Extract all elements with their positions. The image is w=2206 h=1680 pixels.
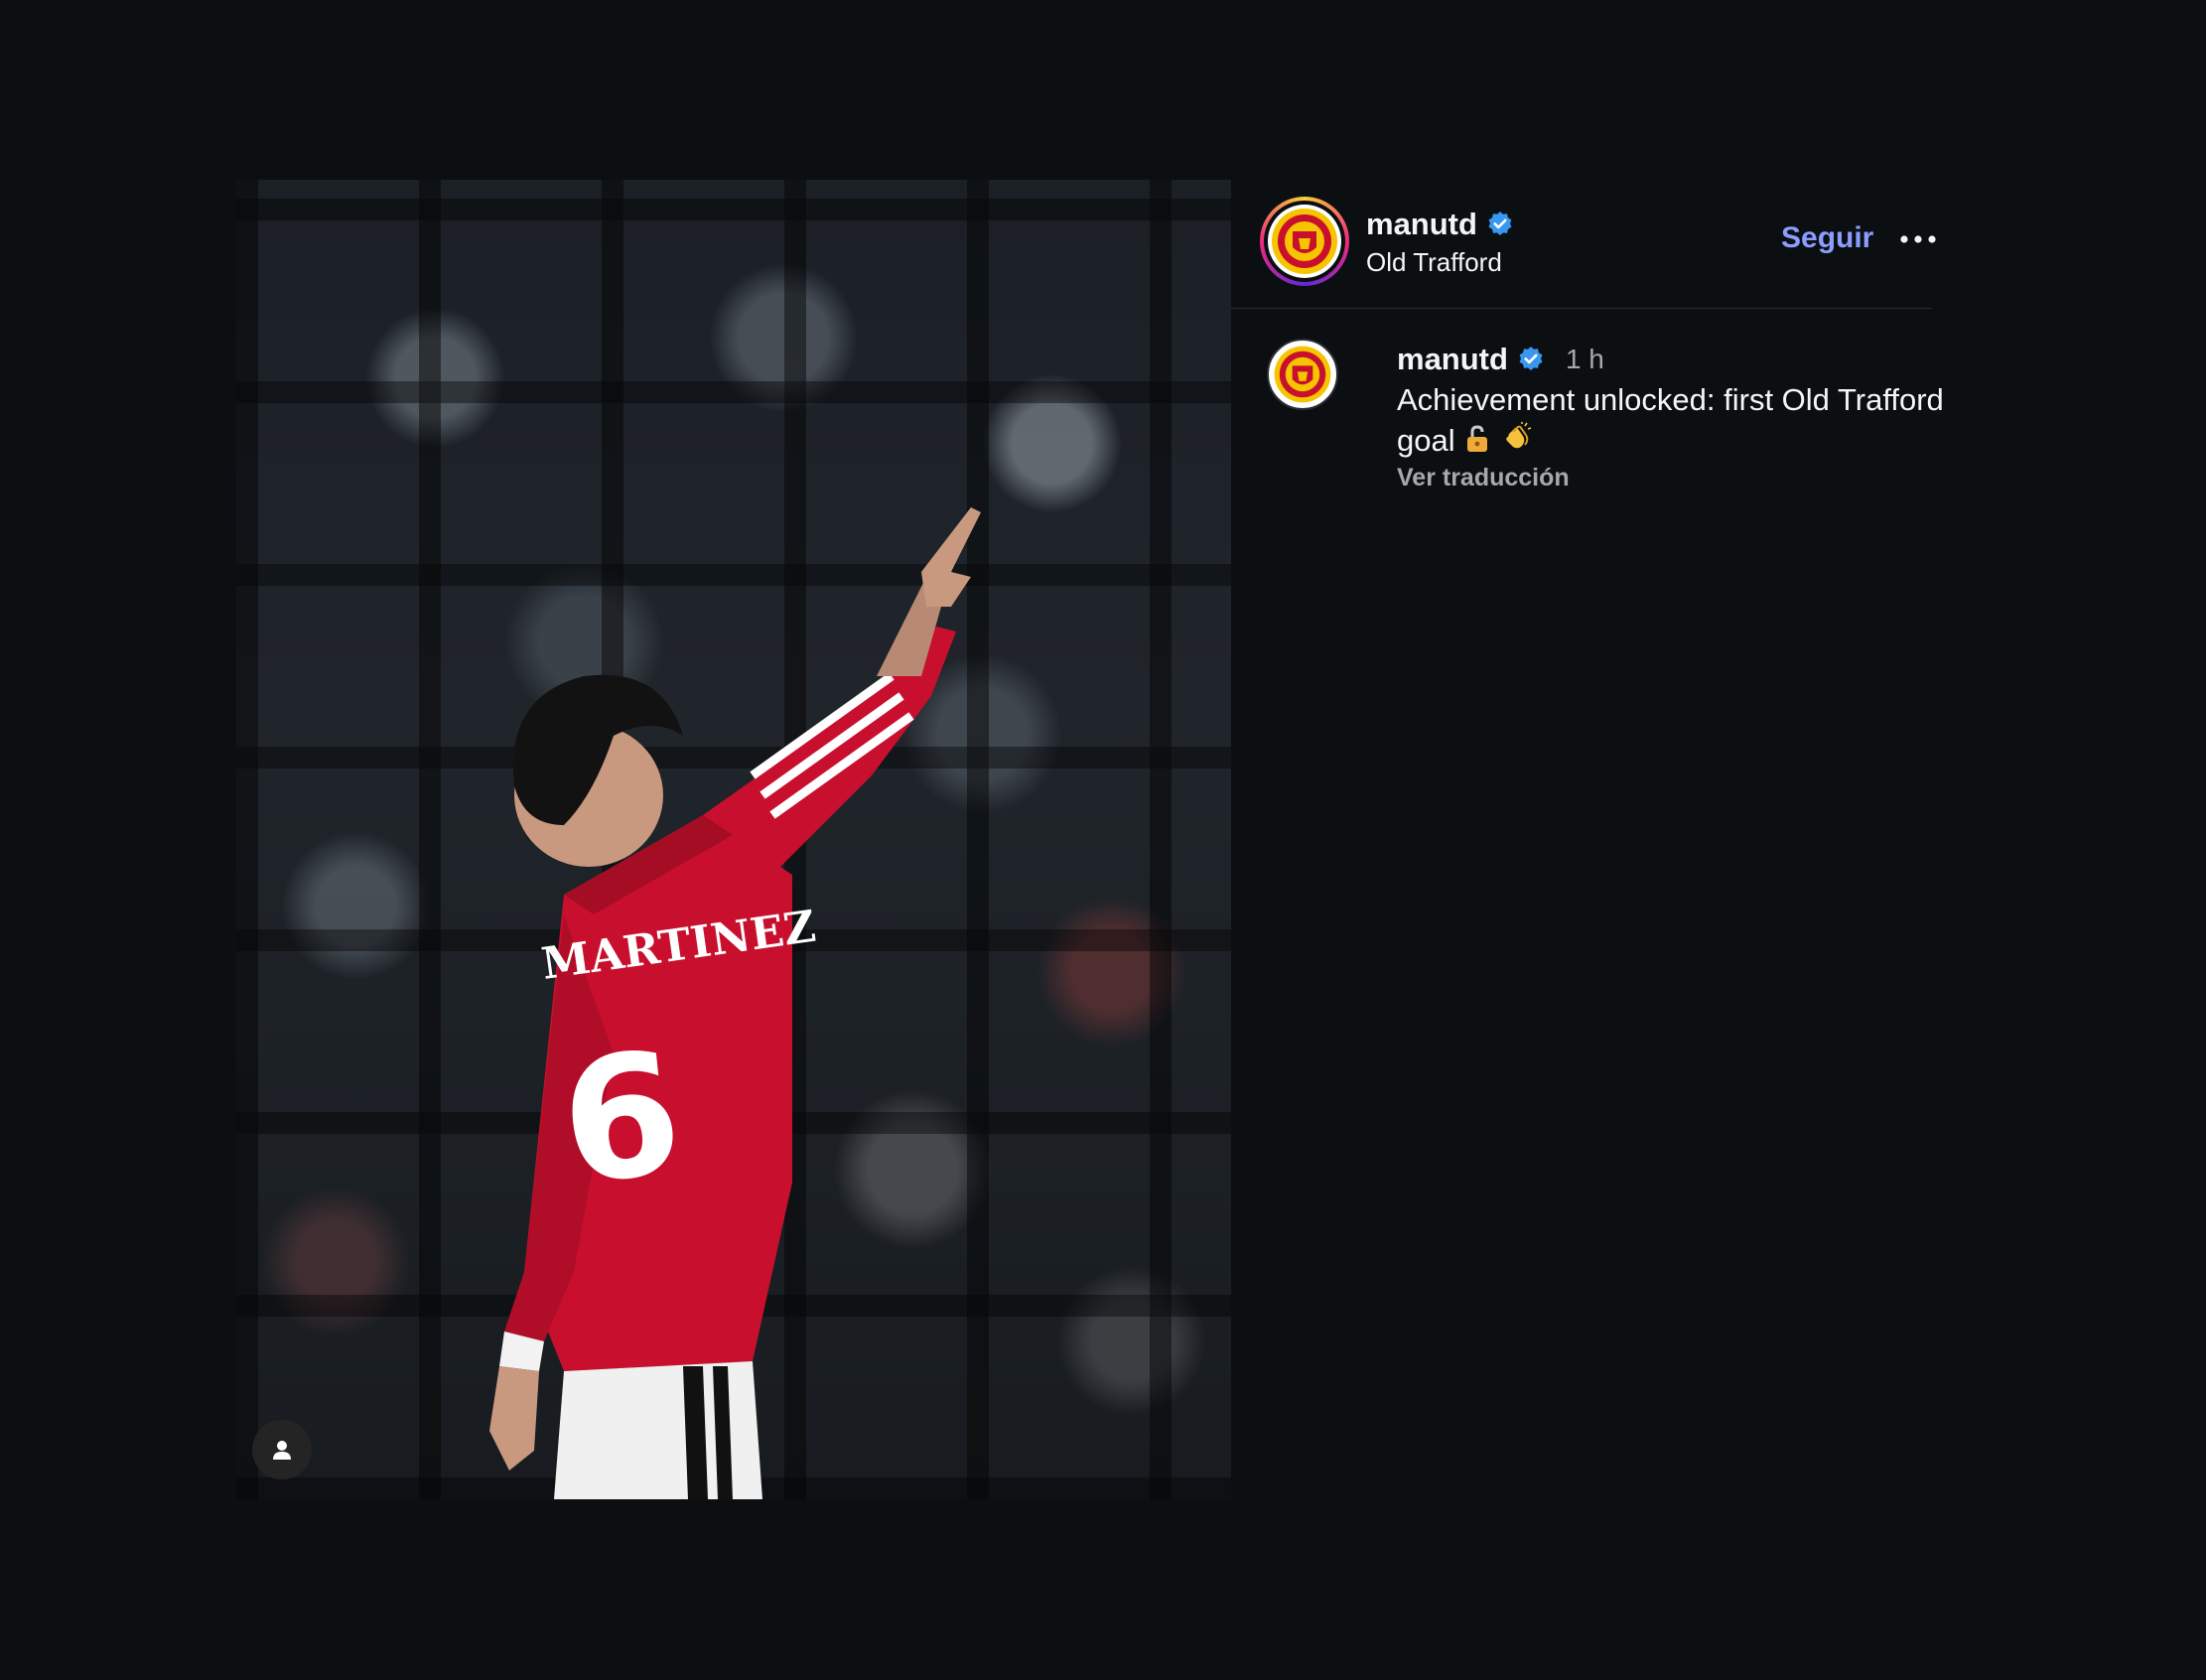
more-horizontal-icon	[1900, 235, 1936, 243]
manutd-crest-icon	[1274, 346, 1331, 403]
post-header: manutd Old Trafford Seguir	[1231, 180, 1936, 309]
caption-text-block: Achievement unlocked: first Old Trafford…	[1397, 379, 1953, 461]
unlocked-padlock-emoji	[1466, 425, 1487, 452]
jersey-number: 6	[553, 1015, 690, 1222]
verified-badge-icon	[1519, 347, 1543, 370]
post-image[interactable]: MARTINEZ 6	[236, 180, 1231, 1499]
player-photo: MARTINEZ 6	[489, 507, 981, 1499]
follow-button[interactable]: Seguir	[1781, 221, 1873, 255]
more-options-button[interactable]	[1898, 221, 1938, 257]
caption-avatar[interactable]	[1267, 339, 1338, 410]
caption-head: manutd 1 h	[1397, 339, 1953, 380]
header-username[interactable]: manutd	[1366, 207, 1477, 242]
manutd-crest-icon	[1272, 209, 1337, 274]
tagged-users-button[interactable]	[252, 1420, 312, 1479]
location-link[interactable]: Old Trafford	[1366, 247, 1502, 278]
caption-username[interactable]: manutd	[1397, 342, 1508, 377]
caption-timestamp[interactable]: 1 h	[1566, 344, 1604, 375]
caption-body: manutd 1 h Achievement unlocked: first O…	[1397, 339, 1953, 492]
header-username-row: manutd	[1366, 207, 1514, 242]
see-translation-link[interactable]: Ver traducción	[1397, 464, 1953, 492]
post-side-panel: manutd Old Trafford Seguir manutd 1 h Ac…	[1231, 180, 1944, 1499]
clapping-hands-emoji	[1505, 422, 1531, 449]
story-ring-avatar[interactable]	[1260, 197, 1349, 286]
verified-badge-icon	[1488, 211, 1512, 235]
person-icon	[273, 1441, 291, 1460]
